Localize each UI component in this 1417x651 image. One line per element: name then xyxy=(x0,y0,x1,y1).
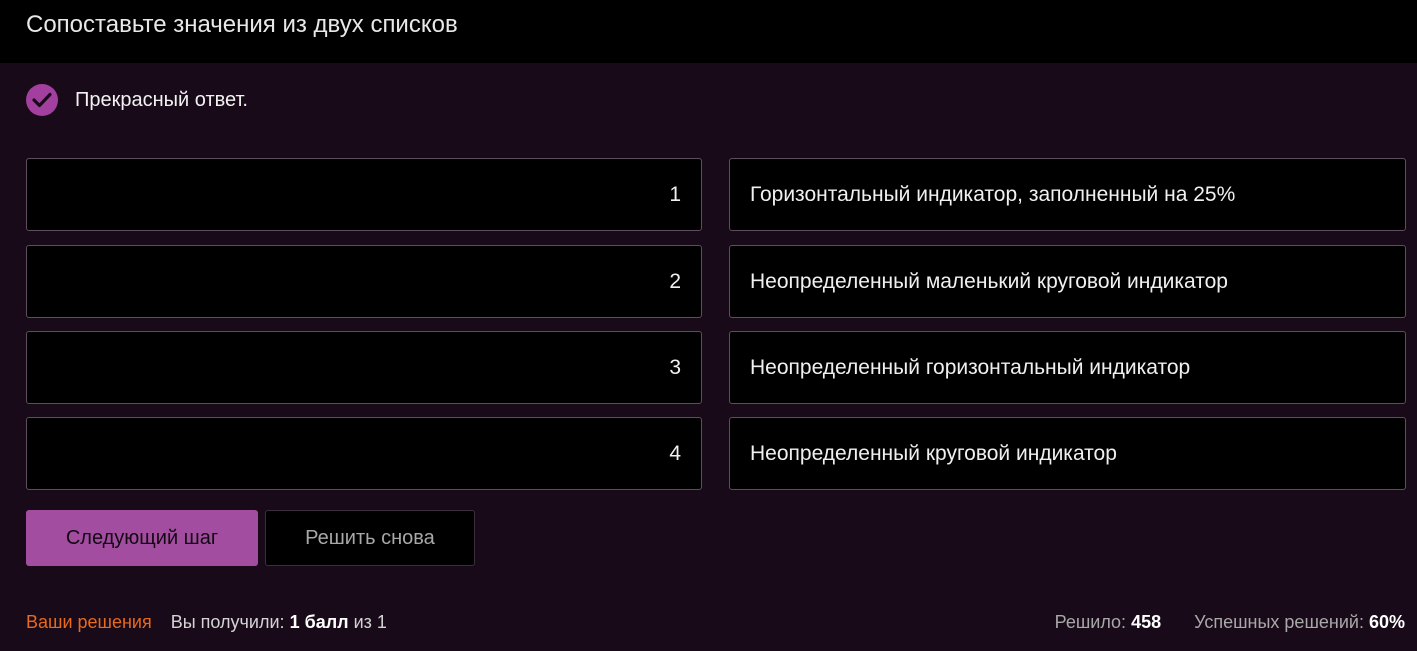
left-item: 2 xyxy=(26,245,702,318)
right-item[interactable]: Неопределенный горизонтальный индикатор xyxy=(729,331,1406,404)
right-item-label: Горизонтальный индикатор, заполненный на… xyxy=(750,182,1236,206)
header-bar: Сопоставьте значения из двух списков xyxy=(0,0,1417,63)
solved-value: 458 xyxy=(1131,611,1162,632)
match-row: 2 Неопределенный маленький круговой инди… xyxy=(26,245,1406,318)
right-item[interactable]: Горизонтальный индикатор, заполненный на… xyxy=(729,158,1406,231)
success-label: Успешных решений: xyxy=(1194,611,1364,632)
match-row: 1 Горизонтальный индикатор, заполненный … xyxy=(26,158,1406,231)
left-item-label: 2 xyxy=(669,269,681,293)
right-item[interactable]: Неопределенный круговой индикатор xyxy=(729,417,1406,490)
footer-stats: Решило: 458 Успешных решений: 60% xyxy=(1055,611,1405,633)
left-item-label: 1 xyxy=(669,182,681,206)
match-row: 3 Неопределенный горизонтальный индикато… xyxy=(26,331,1406,404)
solved-label: Решило: xyxy=(1054,611,1127,632)
score-text: Вы получили: 1 балл из 1 xyxy=(171,612,387,633)
right-item[interactable]: Неопределенный маленький круговой индика… xyxy=(729,245,1406,318)
success-value: 60% xyxy=(1368,611,1405,632)
right-item-label: Неопределенный горизонтальный индикатор xyxy=(750,355,1191,379)
left-item: 1 xyxy=(26,158,702,231)
solve-again-button[interactable]: Решить снова xyxy=(265,510,475,566)
left-item-label: 3 xyxy=(669,355,681,379)
left-item: 4 xyxy=(26,417,702,490)
feedback-text: Прекрасный ответ. xyxy=(75,88,248,111)
score-value: 1 балл xyxy=(289,611,349,632)
score-suffix: из 1 xyxy=(353,611,387,632)
page-title: Сопоставьте значения из двух списков xyxy=(26,11,458,38)
score-label: Вы получили: xyxy=(170,611,285,632)
solved-count: Решило: 458 xyxy=(1055,612,1162,633)
right-item-label: Неопределенный маленький круговой индика… xyxy=(750,269,1228,293)
your-solutions-link[interactable]: Ваши решения xyxy=(26,612,152,633)
footer-left: Ваши решения Вы получили: 1 балл из 1 xyxy=(26,611,387,633)
feedback-message: Прекрасный ответ. xyxy=(26,84,248,116)
check-icon xyxy=(26,84,58,116)
right-item-label: Неопределенный круговой индикатор xyxy=(750,441,1117,465)
match-row: 4 Неопределенный круговой индикатор xyxy=(26,417,1406,490)
left-item: 3 xyxy=(26,331,702,404)
next-step-button[interactable]: Следующий шаг xyxy=(26,510,258,566)
left-item-label: 4 xyxy=(669,441,681,465)
success-rate: Успешных решений: 60% xyxy=(1194,612,1405,633)
